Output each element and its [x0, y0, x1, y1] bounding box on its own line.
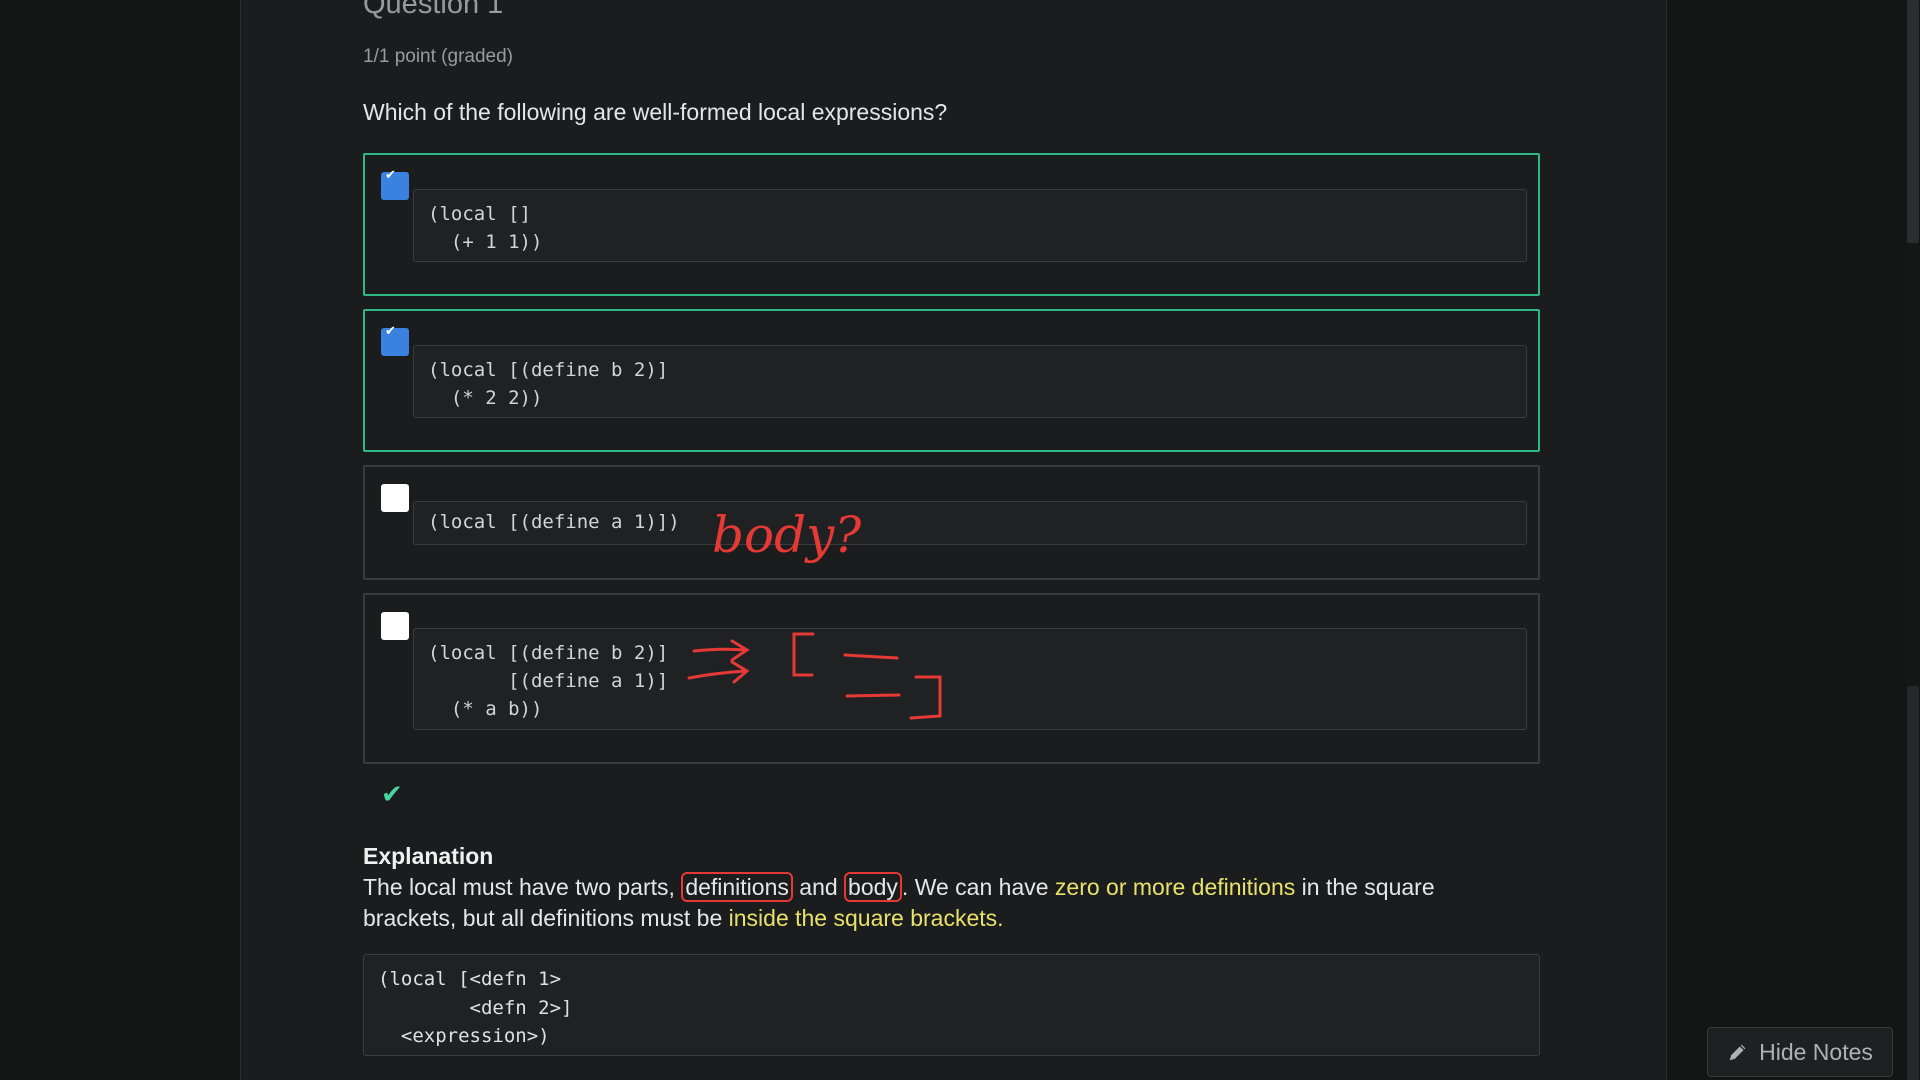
- scrollbar-thumb[interactable]: [1907, 0, 1919, 243]
- checkbox-option-3[interactable]: [381, 484, 409, 512]
- course-content-panel: Question 1 1/1 point (graded) Which of t…: [240, 0, 1667, 1080]
- highlight-inside-brackets: inside the square brackets.: [728, 905, 1004, 931]
- checkmark-icon: ✔: [381, 780, 403, 810]
- explanation-text: The local must have two parts, definitio…: [363, 872, 1435, 931]
- answer-option-3[interactable]: (local [(define a 1)]): [363, 465, 1540, 580]
- check-icon: ✔: [385, 324, 396, 339]
- question-prompt: Which of the following are well-formed l…: [363, 99, 948, 125]
- option-4-code: (local [(define b 2)] [(define a 1)] (* …: [413, 628, 1527, 730]
- answer-option-4[interactable]: (local [(define b 2)] [(define a 1)] (* …: [363, 593, 1540, 764]
- pencil-icon: [1729, 1044, 1746, 1061]
- question-points: 1/1 point (graded): [363, 46, 513, 67]
- answer-option-1[interactable]: ✔ (local [] (+ 1 1)): [363, 153, 1540, 296]
- checkbox-option-1[interactable]: ✔: [381, 168, 409, 200]
- hide-notes-button[interactable]: Hide Notes: [1707, 1027, 1893, 1077]
- check-icon: ✔: [385, 168, 396, 183]
- checkbox-option-2[interactable]: ✔: [381, 324, 409, 356]
- annotated-body: body: [844, 872, 902, 902]
- question-title: Question 1: [363, 0, 504, 20]
- highlight-zero-or-more: zero or more definitions: [1054, 874, 1296, 900]
- option-3-code: (local [(define a 1)]): [413, 501, 1527, 545]
- option-1-code: (local [] (+ 1 1)): [413, 189, 1527, 262]
- checkbox-option-4[interactable]: [381, 612, 409, 640]
- hide-notes-label: Hide Notes: [1759, 1038, 1873, 1065]
- annotated-definitions: definitions: [681, 872, 793, 902]
- explanation-code: (local [<defn 1> <defn 2>] <expression>): [363, 954, 1540, 1056]
- answer-option-2[interactable]: ✔ (local [(define b 2)] (* 2 2)): [363, 309, 1540, 452]
- scrollbar-region: [1907, 686, 1919, 1080]
- option-2-code: (local [(define b 2)] (* 2 2)): [413, 345, 1527, 418]
- explanation-heading: Explanation: [363, 843, 494, 869]
